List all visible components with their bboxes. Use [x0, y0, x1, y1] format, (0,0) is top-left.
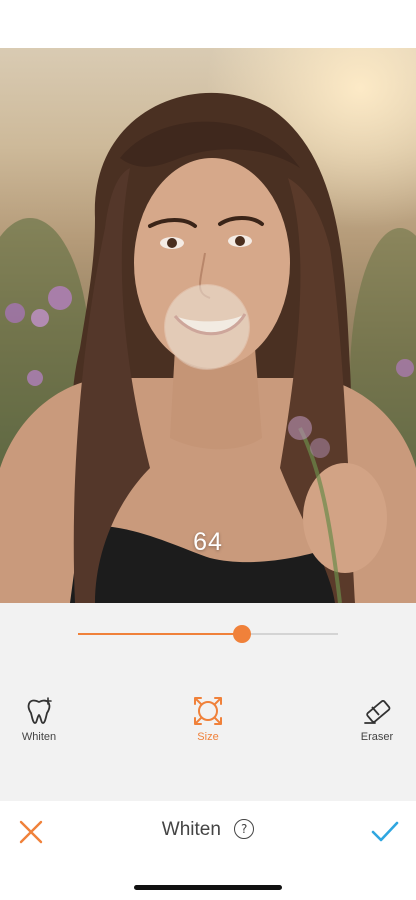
size-icon	[194, 697, 222, 725]
tool-whiten[interactable]: Whiten	[0, 695, 79, 743]
tool-size-label: Size	[197, 731, 219, 743]
bottom-bar: Whiten ?	[0, 801, 416, 900]
help-icon[interactable]: ?	[234, 819, 255, 839]
size-slider[interactable]	[78, 625, 338, 643]
top-bar	[0, 0, 416, 48]
tool-whiten-label: Whiten	[21, 731, 57, 743]
tools-panel: Whiten Size Eraser	[0, 603, 416, 801]
confirm-button[interactable]	[370, 819, 400, 845]
tooth-icon	[27, 697, 52, 724]
size-slider-thumb[interactable]	[232, 625, 251, 643]
eraser-icon	[364, 700, 391, 724]
tool-eraser[interactable]: Eraser	[337, 695, 416, 743]
tool-eraser-label: Eraser	[360, 731, 394, 743]
screen-title: Whiten ?	[0, 819, 416, 841]
tool-size[interactable]: Size	[168, 695, 248, 743]
brush-size-readout: 64	[193, 528, 223, 556]
photo-editor-screen: 64 Whiten Size Eraser Whiten ?	[0, 0, 416, 900]
brush-size-preview	[165, 285, 249, 369]
screen-title-text: Whiten	[161, 819, 221, 840]
home-indicator	[134, 885, 282, 890]
size-slider-fill	[78, 633, 242, 635]
